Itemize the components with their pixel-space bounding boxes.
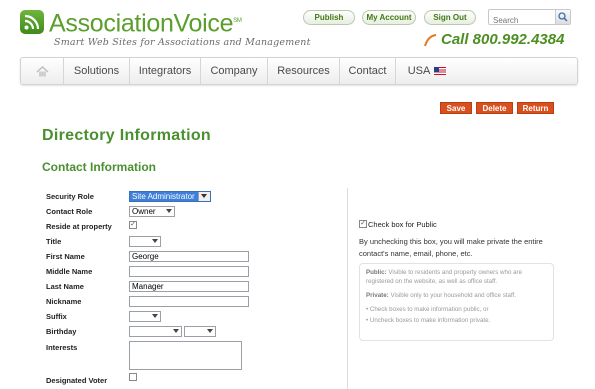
reside-label: Reside at property [46,222,112,231]
rss-logo-icon [20,10,44,35]
birthday-label: Birthday [46,327,77,336]
publish-button[interactable]: Publish [303,10,355,25]
nav-resources[interactable]: Resources [268,58,340,84]
last-name-field[interactable]: Manager [129,281,249,292]
designated-voter-label: Designated Voter [46,376,108,385]
birthday-month-select[interactable] [129,326,182,337]
column-divider [347,188,348,389]
chevron-down-icon [152,239,158,243]
interests-textarea[interactable] [129,341,242,370]
sign-out-button[interactable]: Sign Out [424,10,476,25]
last-name-label: Last Name [46,282,84,291]
nav-home[interactable] [21,58,64,84]
chevron-down-icon [201,194,207,198]
brand-name: AssociationVoiceSM [49,9,242,38]
nickname-label: Nickname [46,297,82,306]
suffix-label: Suffix [46,312,67,321]
save-button[interactable]: Save [440,102,472,114]
nav-integrators[interactable]: Integrators [130,58,201,84]
page-title: Directory Information [42,127,211,144]
public-checkbox[interactable]: ✓ [359,220,367,228]
contact-role-label: Contact Role [46,207,93,216]
birthday-day-select[interactable] [184,326,216,337]
my-account-button[interactable]: My Account [362,10,416,25]
logo[interactable]: AssociationVoiceSM [20,8,242,36]
title-select[interactable] [129,236,161,247]
private-info-title: Private: [366,292,389,299]
return-button[interactable]: Return [517,102,554,114]
visibility-info-box: Public: Visible to residents and propert… [359,263,554,341]
search-box [488,9,571,28]
nav-solutions[interactable]: Solutions [64,58,130,84]
phone-swoosh-icon [424,33,437,46]
tagline: Smart Web Sites for Associations and Man… [54,37,311,48]
nickname-field[interactable] [129,296,249,307]
search-icon [558,12,568,22]
nav-usa[interactable]: USA [396,58,458,84]
chevron-down-icon [173,329,179,333]
first-name-field[interactable]: George [129,251,249,262]
public-info-title: Public: [366,269,387,276]
chevron-down-icon [166,209,172,213]
designated-voter-checkbox[interactable] [129,373,137,381]
title-label: Title [46,237,62,246]
chevron-down-icon [207,329,213,333]
public-info-text: Visible to residents and property owners… [366,269,523,285]
private-info-text: Visible only to your household and offic… [390,292,516,299]
public-description: By unchecking this box, you will make pr… [359,237,543,258]
home-icon [36,65,48,76]
security-role-label: Security Role [46,192,94,201]
delete-button[interactable]: Delete [476,102,513,114]
info-bullet-2: Uncheck boxes to make information privat… [369,317,491,324]
info-bullet-1: Check boxes to make information public, … [369,306,489,313]
security-role-select[interactable]: Site Administrator [129,191,211,202]
nav-contact[interactable]: Contact [340,58,396,84]
interests-label: Interests [46,343,78,352]
main-nav: Solutions Integrators Company Resources … [20,57,578,85]
first-name-label: First Name [46,252,85,261]
call-number[interactable]: Call 800.992.4384 [424,31,564,48]
search-input[interactable] [489,13,553,28]
reside-checkbox[interactable]: ✓ [129,221,137,229]
search-button[interactable] [555,10,570,24]
us-flag-icon [434,67,447,75]
nav-company[interactable]: Company [201,58,268,84]
section-title: Contact Information [42,160,156,174]
suffix-select[interactable] [129,311,161,322]
middle-name-label: Middle Name [46,267,93,276]
public-checkbox-label: Check box for Public [368,220,437,229]
contact-role-select[interactable]: Owner [129,206,175,217]
middle-name-field[interactable] [129,266,249,277]
chevron-down-icon [152,314,158,318]
